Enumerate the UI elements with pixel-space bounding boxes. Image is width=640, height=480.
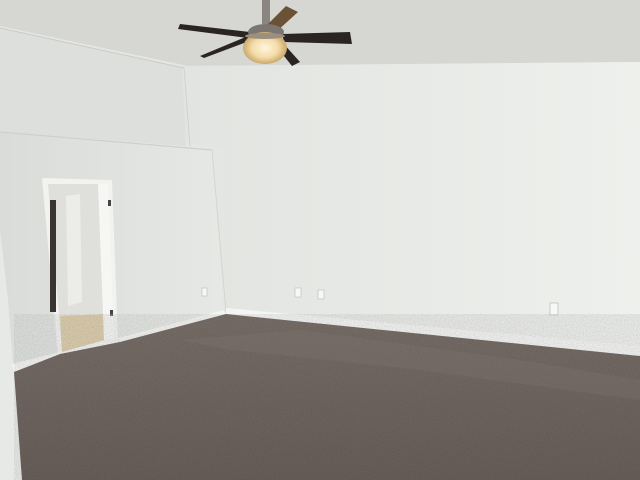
- fan-downrod: [262, 0, 270, 24]
- outlet-back-2: [317, 289, 325, 300]
- room-photo: [0, 0, 640, 480]
- outlet-back-3: [549, 302, 559, 316]
- hallway-door-panel: [66, 194, 82, 306]
- back-wall: [182, 62, 640, 352]
- room-photo-drawing: [0, 0, 640, 480]
- light-fixture-rim: [245, 33, 285, 39]
- fan-blade-right: [282, 32, 352, 44]
- door-hinge-bottom: [110, 310, 113, 316]
- outlet-left-wall: [201, 287, 208, 297]
- door-hinge-top: [108, 200, 111, 206]
- hallway-door-dark: [50, 200, 56, 312]
- outlet-back-1: [294, 287, 302, 298]
